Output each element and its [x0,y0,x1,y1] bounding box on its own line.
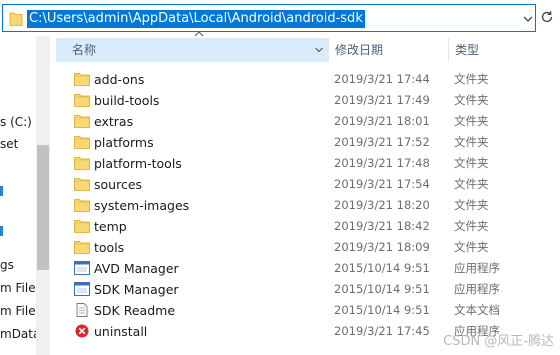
file-row[interactable]: SDK Manager 2015/10/14 9:51 应用程序 [56,279,560,300]
file-type: 应用程序 [454,282,500,296]
file-modified-date: 2019/3/21 17:44 [334,72,430,86]
column-header-row: 名称 修改日期 类型 [56,31,560,62]
file-name: sources [94,177,143,192]
file-name: platforms [94,135,154,150]
file-row[interactable]: SDK Readme 2015/10/14 9:51 文本文档 [56,300,560,321]
file-name: platform-tools [94,156,182,171]
address-bar: C:\Users\admin\AppData\Local\Android\and… [0,0,560,36]
file-name: SDK Manager [94,282,179,297]
file-name: uninstall [94,324,148,339]
folder-icon [74,240,90,254]
file-row[interactable]: add-ons 2019/3/21 17:44 文件夹 [56,69,560,90]
file-modified-date: 2015/10/14 9:51 [334,303,430,317]
file-modified-date: 2019/3/21 17:45 [334,324,430,338]
nav-item-programdata[interactable]: mData [0,326,36,342]
file-row[interactable]: tools 2019/3/21 18:09 文件夹 [56,237,560,258]
file-row[interactable]: sources 2019/3/21 17:54 文件夹 [56,174,560,195]
file-type: 文件夹 [454,93,489,107]
file-name: system-images [94,198,190,213]
file-type: 文件夹 [454,135,489,149]
file-modified-date: 2019/3/21 17:49 [334,93,430,107]
file-name: add-ons [94,72,145,87]
file-list: add-ons 2019/3/21 17:44 文件夹 build-tools 2019… [56,69,560,342]
folder-icon [9,12,23,26]
nav-marker [0,226,3,236]
file-row[interactable]: system-images 2019/3/21 18:20 文件夹 [56,195,560,216]
file-type: 应用程序 [454,261,500,275]
file-name: extras [94,114,134,129]
file-modified-date: 2019/3/21 17:54 [334,177,430,191]
file-modified-date: 2019/3/21 18:42 [334,219,430,233]
file-row[interactable]: build-tools 2019/3/21 17:49 文件夹 [56,90,560,111]
nav-item-set[interactable]: set [0,136,18,152]
text-document-icon [74,303,90,317]
file-modified-date: 2019/3/21 17:52 [334,135,430,149]
nav-item-gs[interactable]: gs [0,257,14,273]
file-modified-date: 2019/3/21 18:09 [334,240,430,254]
folder-icon [74,177,90,191]
file-type: 文件夹 [454,177,489,191]
file-type: 文件夹 [454,219,489,233]
refresh-icon[interactable] [538,8,556,26]
file-type: 文件夹 [454,72,489,86]
folder-icon [74,219,90,233]
chevron-down-icon[interactable] [521,11,535,27]
file-modified-date: 2019/3/21 18:01 [334,114,430,128]
navigation-pane: s (C:) set gs m Files m Files mData [0,36,36,355]
file-row[interactable]: temp 2019/3/21 18:42 文件夹 [56,216,560,237]
file-modified-date: 2019/3/21 18:20 [334,198,430,212]
folder-icon [74,72,90,86]
address-path[interactable]: C:\Users\admin\AppData\Local\Android\and… [27,10,365,28]
folder-icon [74,135,90,149]
application-icon [74,261,90,275]
file-row[interactable]: extras 2019/3/21 18:01 文件夹 [56,111,560,132]
address-input[interactable]: C:\Users\admin\AppData\Local\Android\and… [2,4,536,32]
folder-icon [74,198,90,212]
file-row[interactable]: platform-tools 2019/3/21 17:48 文件夹 [56,153,560,174]
uninstall-icon [74,324,90,338]
column-header-name-label: 名称 [72,43,97,57]
navigation-scrollbar-thumb[interactable] [37,145,49,270]
file-type: 文件夹 [454,240,489,254]
sort-ascending-icon [194,31,204,37]
file-type: 文件夹 [454,114,489,128]
chevron-down-icon[interactable] [314,45,324,55]
nav-item-local-disk[interactable]: s (C:) [0,114,32,130]
file-name: tools [94,240,125,255]
file-row[interactable]: AVD Manager 2015/10/14 9:51 应用程序 [56,258,560,279]
application-icon [74,282,90,296]
file-name: SDK Readme [94,303,176,318]
watermark: CSDN @风正-腾达 [443,334,554,349]
nav-item-program-files[interactable]: m Files [0,280,36,296]
file-type: 文件夹 [454,198,489,212]
file-name: temp [94,219,127,234]
column-header-date[interactable]: 修改日期 [328,38,448,62]
file-modified-date: 2015/10/14 9:51 [334,261,430,275]
folder-icon [74,156,90,170]
file-row[interactable]: platforms 2019/3/21 17:52 文件夹 [56,132,560,153]
folder-icon [74,93,90,107]
nav-marker [0,186,3,196]
file-name: AVD Manager [94,261,179,276]
file-type: 文本文档 [454,303,500,317]
column-header-type[interactable]: 类型 [448,38,560,62]
file-name: build-tools [94,93,160,108]
file-modified-date: 2015/10/14 9:51 [334,282,430,296]
file-modified-date: 2019/3/21 17:48 [334,156,430,170]
folder-icon [74,114,90,128]
nav-item-program-files-x86[interactable]: m Files [0,303,36,319]
column-header-name[interactable]: 名称 [56,31,328,62]
file-type: 文件夹 [454,156,489,170]
